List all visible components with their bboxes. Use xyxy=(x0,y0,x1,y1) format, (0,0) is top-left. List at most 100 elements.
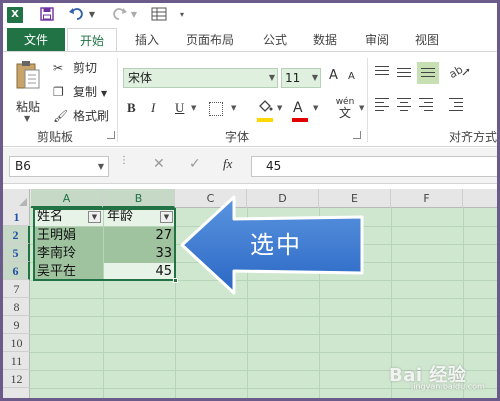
row-header-10[interactable]: 10 xyxy=(3,334,30,352)
tab-review[interactable]: 审阅 xyxy=(357,28,397,52)
row-header-11[interactable]: 11 xyxy=(3,352,30,370)
copy-label: 复制 xyxy=(73,85,98,99)
phonetic-dropdown-icon[interactable]: ▼ xyxy=(359,104,364,112)
gridline xyxy=(30,316,497,317)
paste-button[interactable]: 粘贴 ▼ xyxy=(11,58,45,124)
row-header-bar: 1 2 5 6 7 8 9 10 11 12 xyxy=(3,208,30,398)
align-middle-icon[interactable] xyxy=(397,68,411,80)
row-header-9[interactable]: 9 xyxy=(3,316,30,334)
formula-input[interactable]: 45 xyxy=(251,156,497,177)
copy-dropdown-icon[interactable]: ▼ xyxy=(101,89,107,98)
fill-color-dropdown-icon[interactable]: ▼ xyxy=(277,104,282,112)
align-bottom-icon[interactable] xyxy=(417,62,439,84)
font-color-dropdown-icon[interactable]: ▼ xyxy=(313,104,318,112)
selection-outline xyxy=(33,208,176,281)
select-all-triangle-icon xyxy=(19,198,27,206)
row-header-2[interactable]: 2 xyxy=(3,226,30,244)
undo-icon[interactable] xyxy=(69,7,85,23)
row-header-5[interactable]: 5 xyxy=(3,244,30,262)
decrease-indent-icon[interactable] xyxy=(449,98,463,114)
excel-logo-icon: X xyxy=(7,7,23,23)
font-name-select[interactable]: 宋体 ▼ xyxy=(123,68,278,88)
underline-button[interactable]: U xyxy=(175,98,184,118)
cut-label: 剪切 xyxy=(73,61,98,75)
cut-button[interactable]: ✂ 剪切 xyxy=(53,58,97,78)
undo-dropdown-icon[interactable]: ▼ xyxy=(87,7,97,23)
form-icon[interactable] xyxy=(151,7,167,23)
clipboard-launcher-icon[interactable] xyxy=(107,131,115,139)
chevron-down-icon[interactable]: ▼ xyxy=(98,157,104,176)
row-header-8[interactable]: 8 xyxy=(3,298,30,316)
column-header-a[interactable]: A xyxy=(31,189,103,208)
copy-button[interactable]: ❐ 复制 ▼ xyxy=(53,82,107,102)
ribbon: 粘贴 ▼ ✂ 剪切 ❐ 复制 ▼ 🖌 格式刷 剪贴板 宋体 ▼ 11 ▼ A A B I U… xyxy=(3,51,497,147)
align-top-icon[interactable] xyxy=(375,66,389,78)
baidu-jingyan-watermark: Bai 经验 jingyan.baidu.com xyxy=(389,355,497,395)
paste-dropdown-icon[interactable]: ▼ xyxy=(24,114,30,123)
font-size-value: 11 xyxy=(285,71,301,85)
formula-bar: B6 ▼ ⋮ ✕ ✓ fx 45 xyxy=(3,148,497,184)
fill-color-swatch xyxy=(257,118,273,122)
scissors-icon: ✂ xyxy=(53,61,64,75)
customize-qat-icon[interactable]: ▾ xyxy=(177,7,187,23)
redo-icon[interactable] xyxy=(111,7,127,23)
column-header-g[interactable] xyxy=(463,189,497,208)
format-painter-label: 格式刷 xyxy=(73,109,110,123)
ribbon-tabs: 文件 开始 插入 页面布局 公式 数据 审阅 视图 xyxy=(3,28,497,52)
decrease-font-button[interactable]: A xyxy=(348,71,355,82)
align-center-icon[interactable] xyxy=(397,98,411,114)
row-header-7[interactable]: 7 xyxy=(3,280,30,298)
tab-file[interactable]: 文件 xyxy=(7,28,65,52)
tab-page-layout[interactable]: 页面布局 xyxy=(175,28,245,52)
row-header-6[interactable]: 6 xyxy=(3,262,30,280)
group-divider xyxy=(367,58,368,142)
alignment-group-label: 对齐方式 xyxy=(449,130,497,144)
enter-icon[interactable]: ✓ xyxy=(189,156,201,172)
fill-color-icon[interactable] xyxy=(257,98,273,118)
borders-dropdown-icon[interactable]: ▼ xyxy=(231,104,236,112)
chevron-down-icon[interactable]: ▼ xyxy=(312,69,318,87)
select-all-button[interactable] xyxy=(3,189,30,208)
align-left-icon[interactable] xyxy=(375,98,389,114)
align-right-icon[interactable] xyxy=(419,98,433,114)
paintbrush-icon: 🖌 xyxy=(53,109,69,123)
font-size-select[interactable]: 11 ▼ xyxy=(281,68,321,88)
tab-insert[interactable]: 插入 xyxy=(127,28,167,52)
italic-button[interactable]: I xyxy=(151,98,155,118)
format-painter-button[interactable]: 🖌 格式刷 xyxy=(53,106,109,126)
gridline xyxy=(30,334,497,335)
resize-handle-icon[interactable]: ⋮ xyxy=(119,156,129,166)
tab-formulas[interactable]: 公式 xyxy=(255,28,295,52)
column-header-f[interactable]: F xyxy=(391,189,463,208)
tab-view[interactable]: 视图 xyxy=(407,28,447,52)
callout-text: 选中 xyxy=(250,231,302,259)
insert-function-button[interactable]: fx xyxy=(223,156,232,172)
clipboard-icon xyxy=(15,60,41,90)
column-header-b[interactable]: B xyxy=(103,189,175,208)
callout-arrow: 选中 xyxy=(178,193,368,297)
save-icon[interactable] xyxy=(39,7,55,23)
chevron-down-icon[interactable]: ▼ xyxy=(269,69,275,87)
font-launcher-icon[interactable] xyxy=(353,131,361,139)
tab-home[interactable]: 开始 xyxy=(67,28,117,52)
increase-font-button[interactable]: A xyxy=(329,68,338,83)
bold-button[interactable]: B xyxy=(127,98,136,118)
font-color-swatch xyxy=(292,118,308,122)
phonetic-guide-button[interactable]: wén 文 xyxy=(333,97,357,120)
gridline xyxy=(30,352,497,353)
row-header-1[interactable]: 1 xyxy=(3,208,30,226)
name-box[interactable]: B6 ▼ xyxy=(9,156,109,177)
underline-dropdown-icon[interactable]: ▼ xyxy=(191,104,196,112)
group-divider xyxy=(117,58,118,142)
cancel-icon[interactable]: ✕ xyxy=(153,156,165,172)
font-color-button[interactable]: A xyxy=(293,98,303,118)
font-name-value: 宋体 xyxy=(128,71,153,85)
svg-text:ab: ab xyxy=(449,64,465,78)
redo-dropdown-icon[interactable]: ▼ xyxy=(129,7,139,23)
quick-access-toolbar: X ▼ ▼ ▾ xyxy=(3,3,497,28)
orientation-icon[interactable]: ab xyxy=(447,63,471,82)
tab-data[interactable]: 数据 xyxy=(305,28,345,52)
borders-icon[interactable] xyxy=(209,102,223,116)
copy-icon: ❐ xyxy=(53,85,64,99)
row-header-12[interactable]: 12 xyxy=(3,370,30,388)
